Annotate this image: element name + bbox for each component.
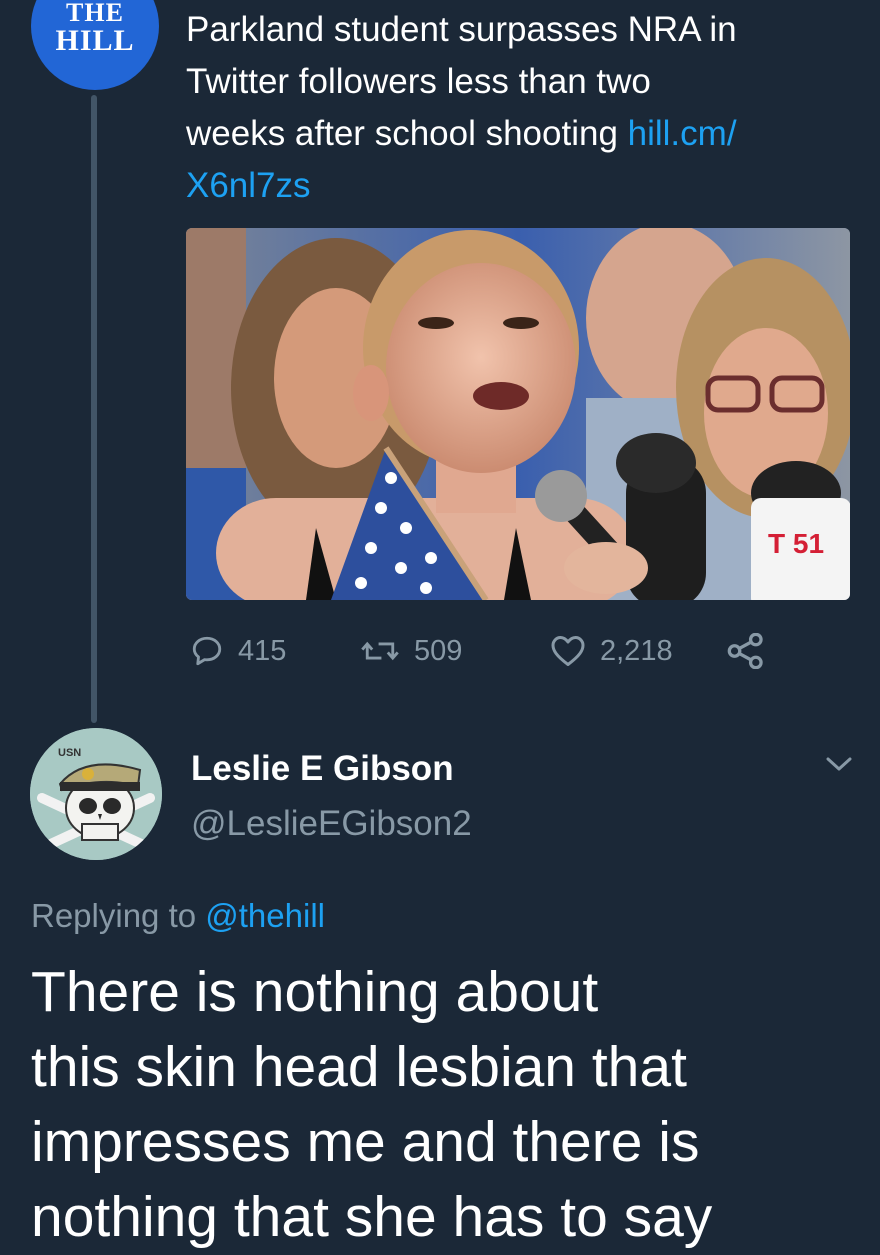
tweet-photo[interactable]: T 51 [186,228,850,600]
reply-text-line: nothing that she has to say [31,1185,713,1249]
tweet-link-part2: X6nl7zs [186,166,311,205]
replying-prefix: Replying to [31,897,206,934]
tweet-text-line: Parkland student surpasses NRA in [186,10,737,49]
station-logo: T 51 [768,528,824,559]
reply-tweet-text: There is nothing about this skin head le… [31,955,831,1255]
like-count: 2,218 [600,634,673,667]
tweet-link-part1: hill.cm/ [627,114,737,153]
chevron-down-icon[interactable] [822,752,856,776]
skull-avatar-illustration: USN [30,728,162,860]
reply-icon [192,636,222,666]
retweet-count: 509 [414,634,463,667]
retweet-action[interactable]: 509 [360,628,462,674]
reply-count: 415 [238,634,287,667]
reply-text-line: impresses me and there is [31,1110,700,1174]
rally-photo-illustration: T 51 [186,228,850,600]
retweet-icon [361,641,399,661]
reply-action[interactable]: 415 [190,628,286,674]
author-name[interactable]: Leslie E Gibson [191,745,454,793]
tweet-text-line: weeks after school shooting [186,114,628,153]
tweet-text-line: Twitter followers less than two [186,62,651,101]
replying-to-handle[interactable]: @thehill [205,897,325,934]
leslie-gibson-avatar[interactable]: USN [30,728,162,860]
share-action[interactable] [726,628,766,674]
share-icon [727,633,763,669]
author-handle[interactable]: @LeslieEGibson2 [191,800,472,848]
replying-to-line: Replying to @thehill [31,893,325,939]
the-hill-avatar[interactable]: THE HILL [31,0,159,90]
like-icon [551,636,585,666]
reply-text-line: this skin head lesbian that [31,1035,687,1099]
avatar-logo-line2: HILL [55,24,135,57]
avatar-badge: USN [58,747,81,759]
thread-connector-line [91,95,97,723]
like-action[interactable]: 2,218 [550,628,673,674]
source-tweet-text: Parkland student surpasses NRA in Twitte… [186,4,846,212]
reply-text-line: There is nothing about [31,960,599,1024]
